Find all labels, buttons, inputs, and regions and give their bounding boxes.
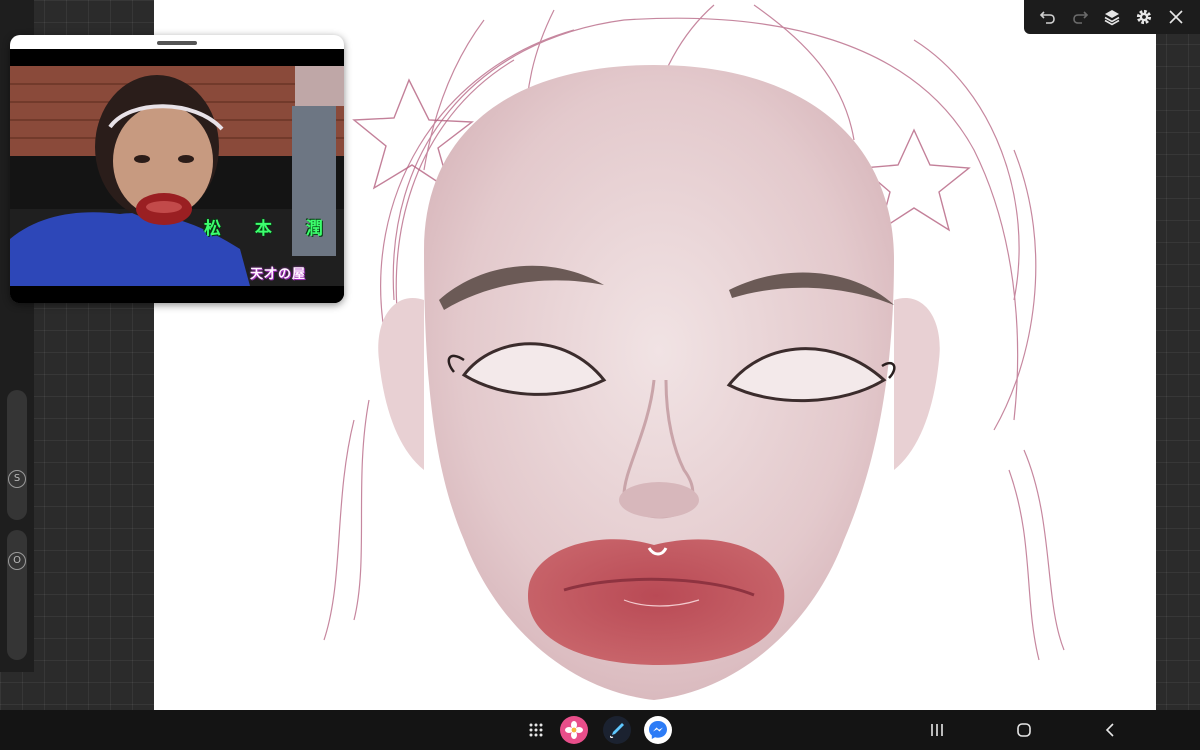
video-caption-show: 天才の屋 bbox=[250, 267, 307, 282]
size-slider-label: S bbox=[8, 470, 26, 488]
home-button[interactable] bbox=[1012, 718, 1036, 742]
video-frame[interactable]: 松 本 潤 天才の屋 bbox=[10, 49, 344, 303]
redo-button[interactable] bbox=[1067, 4, 1093, 30]
layers-button[interactable] bbox=[1099, 4, 1125, 30]
close-button[interactable] bbox=[1163, 4, 1189, 30]
back-button[interactable] bbox=[1098, 718, 1122, 742]
undo-icon bbox=[1039, 11, 1055, 24]
drawing-app-icon bbox=[610, 723, 624, 739]
recent-apps-button[interactable] bbox=[925, 718, 949, 742]
messenger-icon bbox=[649, 721, 667, 739]
opacity-slider-label: O bbox=[8, 552, 26, 570]
redo-icon bbox=[1073, 11, 1089, 24]
video-caption-name: 松 本 潤 bbox=[204, 219, 337, 239]
drawing-app-button[interactable] bbox=[603, 716, 631, 744]
top-toolbar bbox=[1024, 0, 1200, 34]
gallery-app-button[interactable] bbox=[560, 716, 588, 744]
close-icon bbox=[1169, 10, 1183, 24]
layers-icon bbox=[1104, 10, 1120, 26]
back-icon bbox=[1105, 723, 1114, 737]
recents-icon bbox=[931, 724, 943, 736]
app-grid-button[interactable] bbox=[522, 716, 550, 744]
undo-button[interactable] bbox=[1035, 4, 1061, 30]
brush-size-slider[interactable] bbox=[7, 390, 27, 520]
settings-icon bbox=[1136, 9, 1152, 25]
home-icon bbox=[1017, 723, 1031, 737]
pip-drag-handle[interactable] bbox=[157, 41, 197, 45]
system-taskbar bbox=[0, 710, 1200, 750]
app-grid-icon bbox=[529, 723, 543, 737]
messenger-app-button[interactable] bbox=[644, 716, 672, 744]
pip-video-window[interactable]: 松 本 潤 天才の屋 bbox=[10, 35, 344, 303]
settings-button[interactable] bbox=[1131, 4, 1157, 30]
opacity-slider[interactable] bbox=[7, 530, 27, 660]
gallery-icon bbox=[565, 721, 583, 739]
